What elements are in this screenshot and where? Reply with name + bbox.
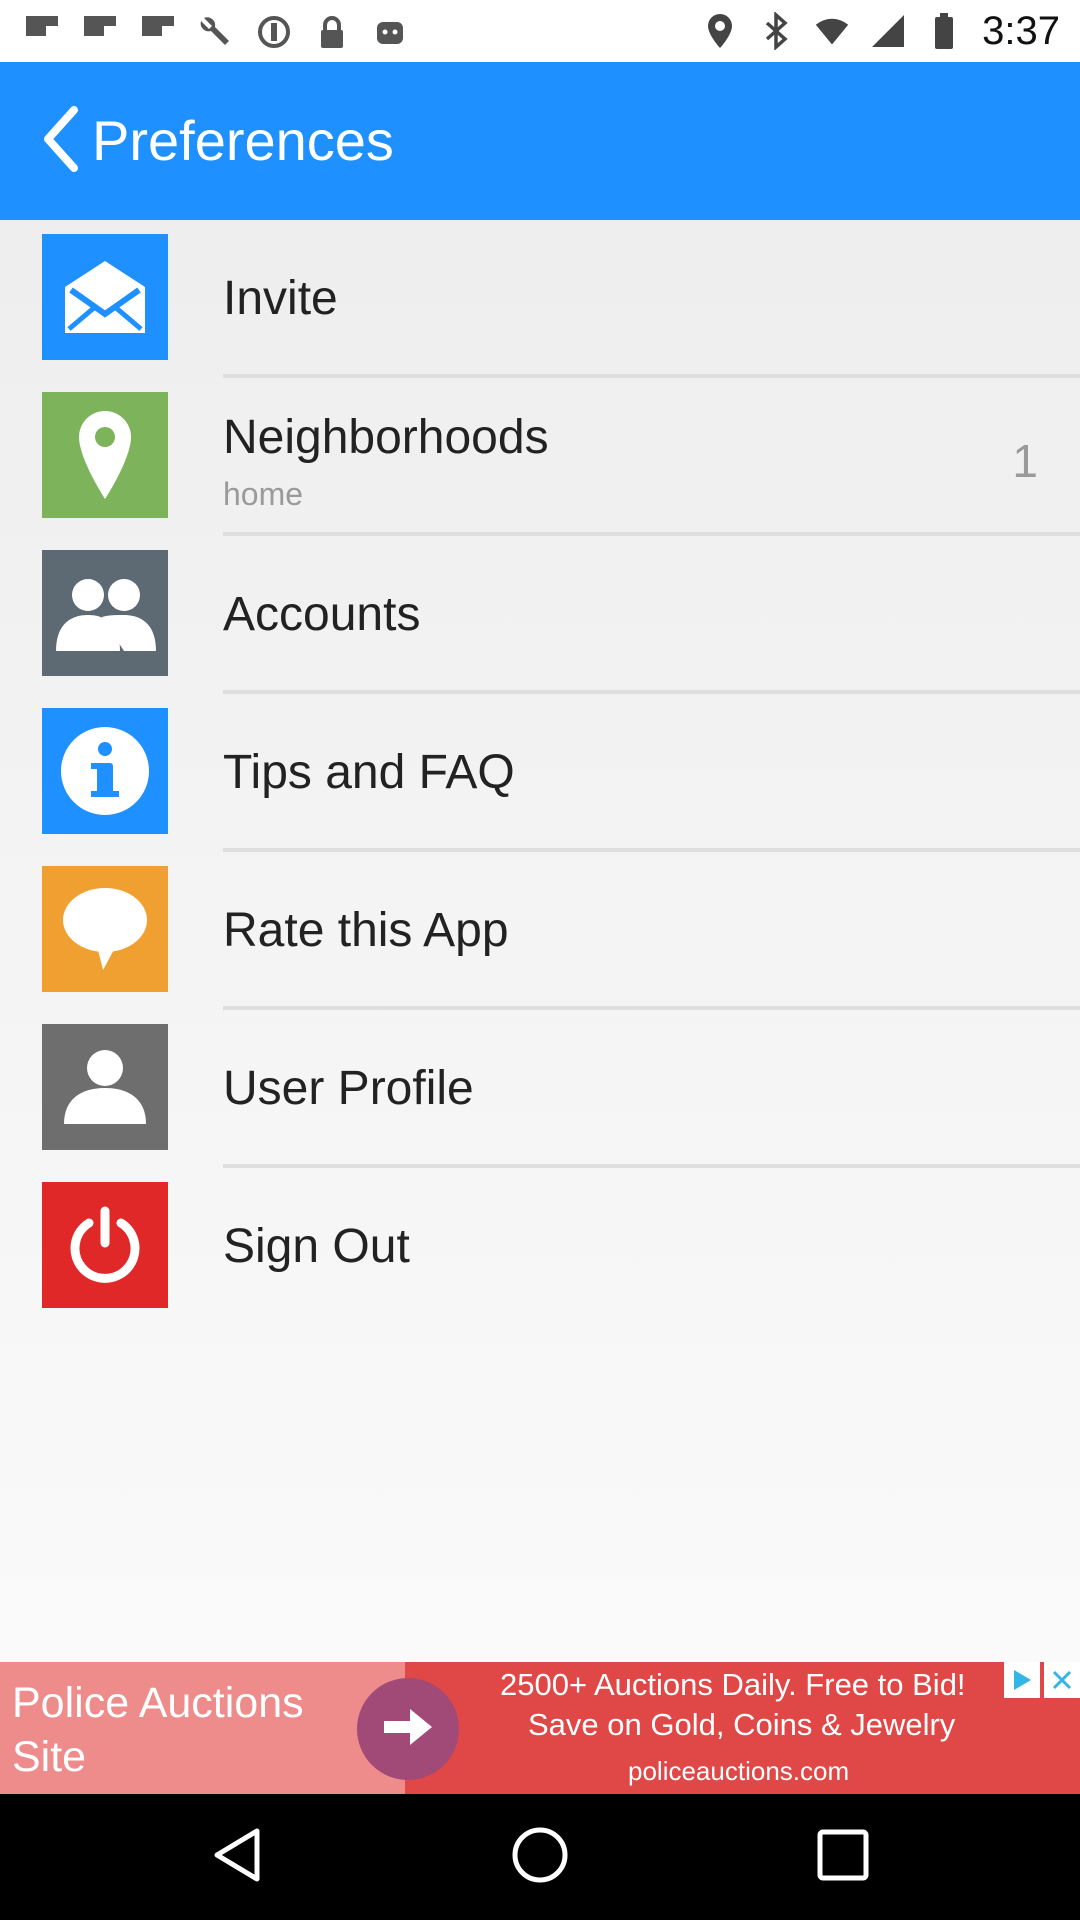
app-bar: Preferences: [0, 62, 1080, 220]
square-recents-icon: [815, 1827, 871, 1888]
home-nav-button[interactable]: [505, 1822, 575, 1892]
close-icon[interactable]: [1044, 1662, 1080, 1698]
flipboard-icon: [140, 14, 176, 50]
ad-url: policeauctions.com: [628, 1756, 850, 1786]
flipboard-icon: [82, 14, 118, 50]
android-icon: [372, 14, 408, 50]
map-pin-icon: [42, 392, 168, 518]
signal-icon: [870, 13, 906, 49]
count-badge: 1: [1012, 435, 1038, 487]
people-icon: [42, 550, 168, 676]
menu-item-label: Tips and FAQ: [223, 746, 515, 799]
bluetooth-icon: [758, 12, 794, 50]
ad-arrow-button[interactable]: [357, 1678, 459, 1780]
ad-headline: 2500+ Auctions Daily. Free to Bid!: [500, 1667, 966, 1702]
menu-item-label: Neighborhoods: [223, 411, 549, 464]
flipboard-icon: [24, 14, 60, 50]
preferences-list: Invite Neighborhoods home 1 Accounts Tip…: [0, 220, 1080, 1662]
triangle-back-icon: [209, 1825, 263, 1890]
clock: 3:37: [982, 8, 1060, 53]
info-icon: [42, 708, 168, 834]
arrow-right-icon: [382, 1705, 434, 1754]
person-icon: [42, 1024, 168, 1150]
chevron-left-icon: [40, 104, 82, 179]
system-icons: 3:37: [702, 8, 1060, 53]
notification-icons: [24, 12, 408, 52]
envelope-icon: [42, 234, 168, 360]
ad-subline: Save on Gold, Coins & Jewelry: [528, 1707, 956, 1742]
speech-bubble-icon: [42, 866, 168, 992]
navigation-bar: [0, 1794, 1080, 1920]
power-icon: [42, 1182, 168, 1308]
menu-item-user-profile[interactable]: User Profile: [0, 1010, 1080, 1168]
back-button[interactable]: [36, 102, 86, 180]
ad-title: Police Auctions Site: [12, 1679, 304, 1781]
menu-item-sign-out[interactable]: Sign Out: [0, 1168, 1080, 1326]
menu-item-label: User Profile: [223, 1062, 474, 1115]
menu-item-label: Invite: [223, 272, 338, 325]
recents-nav-button[interactable]: [808, 1822, 878, 1892]
lock-icon: [314, 14, 350, 50]
menu-item-tips-faq[interactable]: Tips and FAQ: [0, 694, 1080, 852]
menu-item-invite[interactable]: Invite: [0, 220, 1080, 378]
back-nav-button[interactable]: [201, 1822, 271, 1892]
battery-icon: [926, 13, 962, 49]
menu-item-label: Rate this App: [223, 904, 509, 957]
circle-home-icon: [510, 1825, 570, 1890]
wrench-icon: [198, 14, 234, 50]
menu-item-label: Sign Out: [223, 1220, 410, 1273]
location-icon: [702, 13, 738, 49]
circle-target-icon: [256, 14, 292, 50]
menu-item-subtitle: home: [223, 476, 304, 512]
page-title: Preferences: [92, 109, 394, 172]
ad-banner[interactable]: Police Auctions Site 2500+ Auctions Dail…: [0, 1662, 1080, 1794]
status-bar: 3:37: [0, 0, 1080, 62]
menu-item-rate-app[interactable]: Rate this App: [0, 852, 1080, 1010]
menu-item-neighborhoods[interactable]: Neighborhoods home 1: [0, 378, 1080, 536]
menu-item-label: Accounts: [223, 588, 421, 641]
ad-choices-icon[interactable]: [1004, 1662, 1040, 1698]
menu-item-accounts[interactable]: Accounts: [0, 536, 1080, 694]
wifi-icon: [814, 13, 850, 49]
